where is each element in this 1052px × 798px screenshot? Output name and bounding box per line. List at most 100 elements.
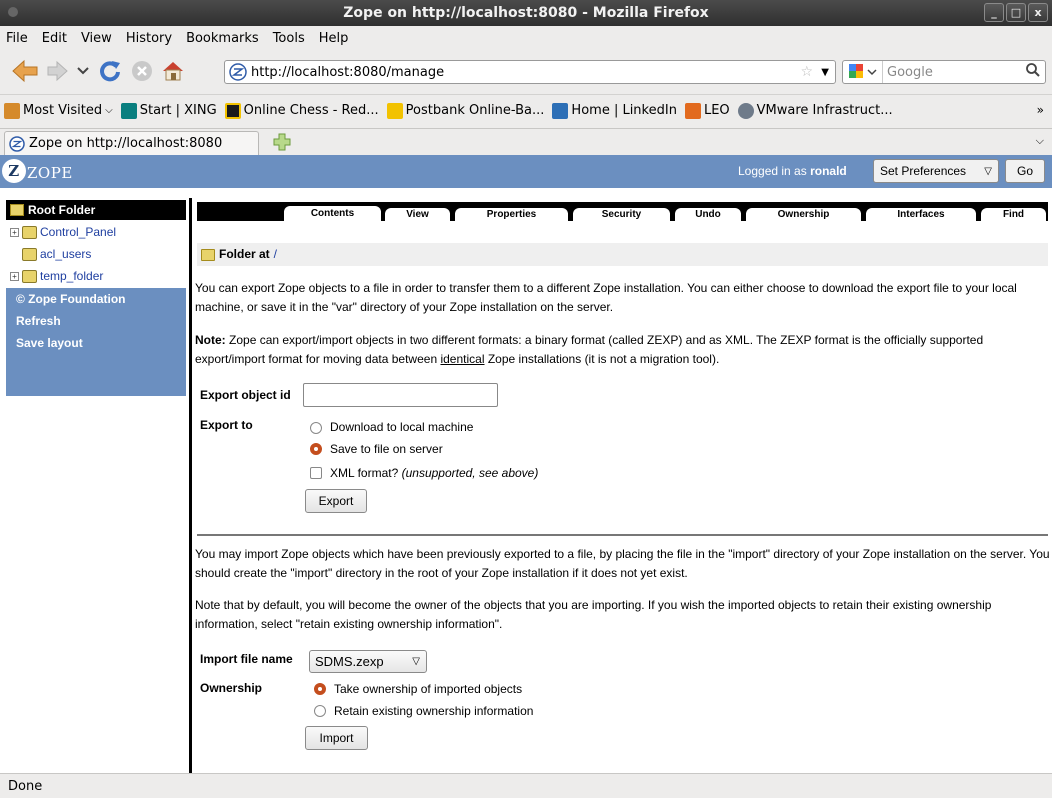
home-button[interactable]	[160, 58, 186, 84]
tree-node-control-panel[interactable]: + Control_Panel	[10, 225, 116, 239]
export-object-id-input[interactable]	[303, 383, 498, 407]
bookmark-chess[interactable]: Online Chess - Red...	[224, 102, 379, 119]
navigation-tree: Root Folder + Control_Panel acl_users + …	[0, 198, 187, 773]
bookmark-linkedin[interactable]: Home | LinkedIn	[552, 102, 677, 119]
search-icon[interactable]	[1025, 62, 1041, 82]
bookmark-star-icon[interactable]: ☆	[800, 64, 813, 80]
retain-ownership-radio[interactable]	[314, 705, 326, 717]
tab-undo[interactable]: Undo	[675, 208, 741, 221]
frame-divider[interactable]	[189, 198, 192, 773]
tab-ownership[interactable]: Ownership	[746, 208, 861, 221]
menu-view[interactable]: View	[81, 31, 112, 46]
home-icon	[163, 62, 183, 81]
xml-format-text: XML format?	[330, 466, 399, 480]
import-file-label: Import file name	[200, 652, 293, 666]
maximize-button[interactable]: □	[1006, 3, 1026, 22]
window-menu-icon[interactable]	[8, 7, 18, 17]
save-layout-link[interactable]: Save layout	[16, 336, 83, 350]
bookmark-label: Most Visited	[23, 103, 103, 118]
tab-contents[interactable]: Contents	[284, 206, 381, 221]
address-bar[interactable]: http://localhost:8080/manage ☆ ▼	[224, 60, 836, 84]
export-intro: You can export Zope objects to a file in…	[195, 281, 1017, 314]
forward-button[interactable]	[46, 58, 70, 84]
chevron-down-icon	[77, 67, 89, 75]
tab-interfaces[interactable]: Interfaces	[866, 208, 976, 221]
take-ownership-radio[interactable]	[314, 683, 326, 695]
tab-security[interactable]: Security	[573, 208, 670, 221]
bookmark-most-visited[interactable]: Most Visited ⌵	[4, 102, 113, 119]
xing-icon	[120, 102, 137, 119]
reload-icon	[100, 61, 120, 82]
tree-root-folder[interactable]: Root Folder	[6, 200, 186, 220]
export-button[interactable]: Export	[305, 489, 367, 513]
bookmark-vmware[interactable]: VMware Infrastruct...	[737, 102, 893, 119]
url-text[interactable]: http://localhost:8080/manage	[251, 65, 444, 80]
expand-icon[interactable]: +	[10, 227, 19, 237]
bookmark-label: LEO	[703, 103, 730, 118]
chevron-down-icon: ▽	[412, 656, 420, 667]
management-frame: Contents View Properties Security Undo O…	[195, 198, 1050, 773]
folder-path-link[interactable]: /	[274, 245, 277, 264]
menu-help[interactable]: Help	[319, 31, 349, 46]
menu-history[interactable]: History	[126, 31, 172, 46]
search-bar[interactable]: Google	[842, 60, 1046, 84]
save-server-radio[interactable]	[310, 443, 322, 455]
menu-file[interactable]: File	[6, 31, 28, 46]
tab-bar: Zope on http://localhost:8080 ⌵	[0, 128, 1052, 155]
folder-icon	[10, 204, 24, 216]
download-local-label[interactable]: Download to local machine	[330, 418, 473, 437]
zope-logo-text: ZOPE	[27, 163, 73, 182]
tree-node-label[interactable]: Control_Panel	[40, 225, 116, 239]
tree-node-label[interactable]: temp_folder	[40, 269, 103, 283]
menu-edit[interactable]: Edit	[42, 31, 67, 46]
history-dropdown-button[interactable]	[76, 58, 90, 84]
take-ownership-label[interactable]: Take ownership of imported objects	[334, 680, 522, 699]
tree-node-acl-users[interactable]: acl_users	[22, 247, 91, 261]
download-local-radio[interactable]	[310, 422, 322, 434]
back-button[interactable]	[10, 58, 40, 84]
expand-icon[interactable]: +	[10, 271, 19, 281]
tree-node-label[interactable]: acl_users	[40, 247, 91, 261]
url-dropdown-icon[interactable]: ▼	[821, 67, 829, 78]
search-engine-button[interactable]	[843, 61, 883, 83]
menu-bookmarks[interactable]: Bookmarks	[186, 31, 259, 46]
bookmark-label: Home | LinkedIn	[571, 103, 677, 118]
bookmark-leo[interactable]: LEO	[684, 102, 730, 119]
bookmarks-overflow-icon[interactable]: »	[1037, 103, 1044, 117]
stop-button[interactable]	[130, 58, 154, 84]
identical-link[interactable]: identical	[440, 352, 484, 366]
minimize-button[interactable]: _	[984, 3, 1004, 22]
search-placeholder[interactable]: Google	[883, 65, 933, 80]
retain-ownership-label[interactable]: Retain existing ownership information	[334, 702, 533, 721]
close-button[interactable]: x	[1028, 3, 1048, 22]
bookmark-postbank[interactable]: Postbank Online-Ba...	[386, 102, 544, 119]
preferences-select-value: Set Preferences	[880, 164, 967, 178]
tab-find[interactable]: Find	[981, 208, 1046, 221]
tab-zope[interactable]: Zope on http://localhost:8080	[4, 131, 259, 155]
tab-view[interactable]: View	[385, 208, 450, 221]
go-button[interactable]: Go	[1005, 159, 1045, 183]
tab-properties[interactable]: Properties	[455, 208, 568, 221]
xml-format-checkbox[interactable]	[310, 467, 322, 479]
import-file-select[interactable]: SDMS.zexp ▽	[309, 650, 427, 673]
reload-button[interactable]	[96, 58, 124, 84]
control-panel-icon	[22, 225, 37, 239]
bookmark-xing[interactable]: Start | XING	[120, 102, 217, 119]
import-button[interactable]: Import	[305, 726, 368, 750]
xml-format-label[interactable]: XML format? (unsupported, see above)	[330, 464, 538, 483]
note-label: Note:	[195, 333, 226, 347]
save-server-label[interactable]: Save to file on server	[330, 440, 443, 459]
back-arrow-icon	[12, 59, 38, 83]
refresh-link[interactable]: Refresh	[16, 314, 61, 328]
preferences-select[interactable]: Set Preferences ▽	[873, 159, 999, 183]
management-tabs: Contents View Properties Security Undo O…	[197, 202, 1048, 221]
stop-icon	[132, 61, 152, 81]
tree-node-temp-folder[interactable]: + temp_folder	[10, 269, 103, 283]
zope-logo[interactable]: Z ZOPE	[2, 159, 73, 183]
menu-tools[interactable]: Tools	[273, 31, 305, 46]
zope-foundation-link[interactable]: © Zope Foundation	[16, 292, 126, 306]
new-tab-button[interactable]	[272, 132, 292, 152]
tab-list-icon[interactable]: ⌵	[1036, 134, 1044, 148]
logged-in-user: ronald	[810, 164, 847, 178]
logged-in-prefix: Logged in as	[738, 164, 807, 178]
